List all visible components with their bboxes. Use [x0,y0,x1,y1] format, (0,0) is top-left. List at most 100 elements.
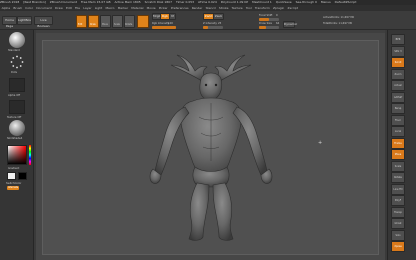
menu-item-stroke[interactable]: Stroke [219,6,229,10]
gradient-label: Gradient [8,167,20,170]
shelf-button-local[interactable]: Local [391,126,405,137]
menus-button[interactable]: Menus [321,0,331,4]
color-picker[interactable] [7,145,27,165]
material-sphere-icon[interactable] [9,120,25,136]
shelf-button-floor[interactable]: Floor [391,114,405,126]
texture-off-label: Texture Off [7,116,22,119]
draw-label: Draw [90,23,96,26]
shelf-button-transp[interactable]: Transp [391,206,405,218]
rotate-label: Rotate [125,23,133,26]
draw-size-fill [259,26,266,29]
material-name-label: SkinShade4 [7,137,23,140]
shelf-button-zoom[interactable]: Zoom [391,68,405,80]
menu-item-texture[interactable]: Texture [232,6,243,10]
menu-item-picker[interactable]: Picker [159,6,168,10]
home-page-button[interactable]: Home Page [2,16,17,28]
move-button[interactable]: Move [100,15,111,28]
creature-model[interactable]: + [43,41,380,256]
document-canvas[interactable]: + [42,40,379,255]
alpha-thumbnail[interactable] [9,78,25,92]
menu-item-light[interactable]: Light [95,6,103,10]
menu-item-file[interactable]: File [75,6,80,10]
shelf-button-scroll[interactable]: Scroll [391,57,405,68]
menu-item-document[interactable]: Document [36,6,52,10]
zsub-button[interactable]: Zsub [213,13,224,20]
shelf-button-polyf[interactable]: PolyF [391,195,405,206]
right-eye [214,83,218,87]
shelf-button-scale[interactable]: Scale [391,160,405,172]
focal-shift-slider[interactable] [259,18,279,21]
see-through-slider[interactable]: See-through 0 [296,0,317,4]
stroke-name-label: Dots [11,71,17,74]
secondary-color-swatch[interactable] [18,172,27,180]
menu-item-brush[interactable]: Brush [13,6,22,10]
rgb-intensity-label: Rgb Intensity [152,22,170,25]
left-tray: Standard Dots Alpha Off Texture Off Skin… [0,30,34,260]
shelf-button-spix-3[interactable]: SPix 3 [391,45,405,57]
rotate-button[interactable]: Rotate [124,15,135,28]
draw-size-slider[interactable] [259,26,279,29]
viewport-top-strip [36,30,385,33]
menu-item-transform[interactable]: Transform [255,6,270,10]
z-intensity-slider[interactable] [203,26,223,29]
edit-button[interactable]: Edit [76,15,87,28]
menu-item-stencil[interactable]: Stencil [206,6,216,10]
default-zscript-button[interactable]: DefaultZScript [335,0,357,4]
shelf-button-solo[interactable]: Solo [391,229,405,241]
quicksave-button[interactable]: QuickSave [276,0,292,4]
focal-shift-fill [259,18,269,21]
shelf-button-frame[interactable]: Frame [391,137,405,149]
document-name: [Rest Brandon] [23,0,46,4]
shelf-button-bpr[interactable]: BPR [391,34,405,45]
scale-button[interactable]: Scale [112,15,123,28]
z-intensity-fill [203,26,208,29]
shelf-button-actual[interactable]: Actual [391,80,405,91]
live-boolean-button[interactable]: Live Boolean [34,16,53,28]
active-mem: Active Mem 1805 [114,0,141,4]
shelf-button-persp[interactable]: Persp [391,103,405,114]
move-label: Move [102,23,108,26]
shelf-button-move[interactable]: Move [391,149,405,160]
lightbox-button[interactable]: LightBox [17,16,32,25]
shelf-button-aahalf[interactable]: AAHalf [391,91,405,103]
standard-brush-icon[interactable] [9,32,25,48]
menu-item-preferences[interactable]: Preferences [171,6,189,10]
timer: Timer 0.053 [175,0,195,4]
alternate-button[interactable]: Alternate [7,186,19,190]
menu-item-alpha[interactable]: Alpha [2,6,11,10]
draw-button[interactable]: Draw [88,15,99,28]
menu-item-color[interactable]: Color [25,6,33,10]
shelf-button-xpose[interactable]: Xpose [391,241,405,252]
menu-item-zplugin[interactable]: Zplugin [273,6,284,10]
menu-item-layer[interactable]: Layer [83,6,91,10]
menu-item-tool[interactable]: Tool [246,6,252,10]
main-color-swatch[interactable] [7,172,16,180]
menu-item-zscript[interactable]: Zscript [288,6,298,10]
dots-stroke-icon[interactable] [9,54,25,70]
menu-item-render[interactable]: Render [192,6,203,10]
menu-item-edit[interactable]: Edit [66,6,72,10]
dynamic-button[interactable]: Dynamic [283,21,297,28]
menu-item-marker[interactable]: Marker [118,6,128,10]
right-shelf: BPR SPix 3 Scroll Zoom Actual AAHalf Persp Floo… [387,30,416,260]
menu-item-draw[interactable]: Draw [55,6,63,10]
shelf-button-ghost[interactable]: Ghost [391,218,405,229]
shelf-button-line-fill[interactable]: Line Fill [391,183,405,195]
menu-item-movie[interactable]: Movie [147,6,156,10]
m-button[interactable]: M [169,13,176,20]
menu-item-macro[interactable]: Macro [105,6,114,10]
alpha-off-label: Alpha Off [8,94,21,97]
texture-thumbnail[interactable] [9,100,25,114]
free-mem: Free Mem 15.07 GB [80,0,111,4]
brush-icon-button[interactable] [137,15,149,28]
menu-item-material[interactable]: Material [131,6,143,10]
focal-shift-label: Focal Shift [259,14,273,17]
switch-color-label[interactable]: SwitchColor [6,182,21,185]
focal-shift-value: 0 [276,14,278,17]
rgb-intensity-slider[interactable] [152,26,176,29]
meshcount: MeshCount 1 [252,0,272,4]
shelf-button-rotate[interactable]: Rotate [391,172,405,183]
hue-slider[interactable] [29,145,31,165]
left-eye [204,83,208,87]
rgb-intensity-value: 100 [168,22,173,25]
